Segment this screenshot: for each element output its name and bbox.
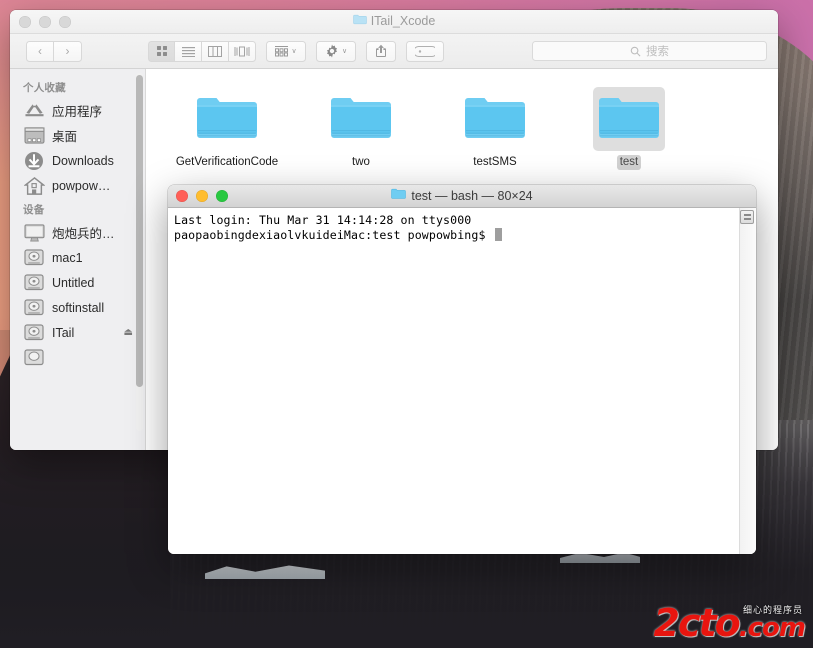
sidebar-item-label: softinstall: [52, 301, 104, 315]
terminal-titlebar[interactable]: test — bash — 80×24: [168, 185, 756, 208]
file-label: GetVerificationCode: [173, 155, 281, 170]
sidebar-item-label: ITail: [52, 326, 74, 340]
sidebar-section-header-favorites: 个人收藏: [10, 76, 145, 98]
file-label: test: [617, 155, 642, 170]
applications-icon: [23, 101, 45, 121]
harddisk-icon: [23, 298, 45, 318]
imac-icon: [23, 223, 45, 243]
column-view-button[interactable]: [202, 41, 229, 62]
file-label: testSMS: [470, 155, 519, 170]
arrange-by-button[interactable]: ∨: [266, 41, 306, 62]
sidebar-item-imac[interactable]: 炮炮兵的…: [10, 220, 145, 245]
file-item-testsms[interactable]: testSMS: [428, 83, 562, 170]
eject-icon[interactable]: ⏏: [124, 327, 133, 338]
scroll-grabber-icon[interactable]: [740, 210, 754, 224]
search-input[interactable]: 搜索: [532, 41, 767, 61]
search-icon: [630, 46, 641, 57]
finder-title-text: ITail_Xcode: [371, 14, 436, 28]
harddisk-icon: [23, 248, 45, 268]
sidebar-scrollbar-thumb[interactable]: [136, 75, 143, 387]
chevron-down-icon: ∨: [291, 48, 296, 55]
watermark: 2cto.com: [654, 604, 806, 642]
downloads-icon: [23, 151, 45, 171]
grid-icon: [156, 45, 168, 57]
sidebar-item-partial[interactable]: [10, 345, 145, 370]
desktop-icon: [23, 126, 45, 146]
watermark-suffix: .com: [739, 613, 805, 643]
tags-button[interactable]: [406, 41, 444, 62]
sidebar-item-label: Untitled: [52, 276, 94, 290]
terminal-prompt-text: paopaobingdexiaolvkuideiMac:test powpowb…: [174, 228, 493, 242]
sidebar-item-desktop[interactable]: 桌面: [10, 123, 145, 148]
view-mode-segmented-control[interactable]: [148, 41, 256, 62]
folder-icon: [459, 87, 531, 151]
icon-view-button[interactable]: [148, 41, 175, 62]
coverflow-view-button[interactable]: [229, 41, 256, 62]
sidebar-item-untitled[interactable]: Untitled: [10, 270, 145, 295]
gear-icon: [325, 44, 339, 58]
file-item-test[interactable]: test: [562, 83, 696, 170]
watermark-text: 2cto: [654, 601, 739, 645]
file-item-two[interactable]: two: [294, 83, 428, 170]
folder-icon: [353, 14, 367, 28]
home-icon: [23, 176, 45, 196]
sidebar-item-applications[interactable]: 应用程序: [10, 98, 145, 123]
terminal-cursor: [495, 228, 502, 241]
sidebar-item-label: powpow…: [52, 179, 110, 193]
terminal-window[interactable]: test — bash — 80×24 Last login: Thu Mar …: [168, 185, 756, 554]
file-item-getverificationcode[interactable]: GetVerificationCode: [160, 83, 294, 170]
harddisk-icon: [23, 323, 45, 343]
list-view-button[interactable]: [175, 41, 202, 62]
terminal-body[interactable]: Last login: Thu Mar 31 14:14:28 on ttys0…: [168, 208, 756, 554]
finder-titlebar[interactable]: ITail_Xcode: [10, 10, 778, 34]
terminal-title-text: test — bash — 80×24: [411, 189, 532, 203]
sidebar-item-label: mac1: [52, 251, 83, 265]
columns-icon: [208, 46, 222, 57]
share-button[interactable]: [366, 41, 396, 62]
sidebar-item-label: Downloads: [52, 154, 114, 168]
terminal-scrollbar-track[interactable]: [739, 208, 756, 554]
sidebar-item-label: 炮炮兵的…: [52, 223, 115, 242]
sidebar-item-downloads[interactable]: Downloads: [10, 148, 145, 173]
terminal-line: Last login: Thu Mar 31 14:14:28 on ttys0…: [174, 213, 756, 228]
folder-icon: [593, 87, 665, 151]
harddisk-icon: [23, 273, 45, 293]
desktop: ITail_Xcode ‹ ›: [0, 0, 813, 648]
action-gear-button[interactable]: ∨: [316, 41, 356, 62]
folder-icon: [391, 188, 406, 203]
list-icon: [182, 46, 195, 57]
coverflow-icon: [234, 46, 250, 57]
chevron-left-icon: ‹: [38, 45, 42, 57]
terminal-prompt-line: paopaobingdexiaolvkuideiMac:test powpowb…: [174, 228, 756, 243]
forward-button[interactable]: ›: [54, 41, 82, 62]
folder-icon: [191, 87, 263, 151]
search-placeholder: 搜索: [646, 43, 669, 59]
arrange-grid-icon: [275, 46, 288, 57]
chevron-right-icon: ›: [66, 45, 70, 57]
harddisk-icon: [23, 348, 45, 368]
back-button[interactable]: ‹: [26, 41, 54, 62]
share-icon: [375, 44, 387, 58]
folder-icon: [325, 87, 397, 151]
sidebar-item-itail[interactable]: ITail ⏏: [10, 320, 145, 345]
file-label: two: [349, 155, 373, 170]
terminal-title: test — bash — 80×24: [168, 188, 756, 203]
finder-sidebar[interactable]: 个人收藏 应用程序: [10, 69, 146, 450]
file-grid: GetVerificationCode: [146, 83, 778, 170]
tag-icon: [415, 46, 435, 57]
sidebar-item-softinstall[interactable]: softinstall: [10, 295, 145, 320]
sidebar-item-label: 应用程序: [52, 101, 102, 120]
sidebar-item-home[interactable]: powpow…: [10, 173, 145, 198]
sidebar-section-header-devices: 设备: [10, 198, 145, 220]
sidebar-item-mac1[interactable]: mac1: [10, 245, 145, 270]
chevron-down-icon: ∨: [342, 48, 347, 55]
finder-title: ITail_Xcode: [10, 14, 778, 28]
navigation-buttons[interactable]: ‹ ›: [26, 41, 82, 62]
finder-toolbar[interactable]: ‹ ›: [10, 34, 778, 69]
sidebar-item-label: 桌面: [52, 126, 77, 145]
